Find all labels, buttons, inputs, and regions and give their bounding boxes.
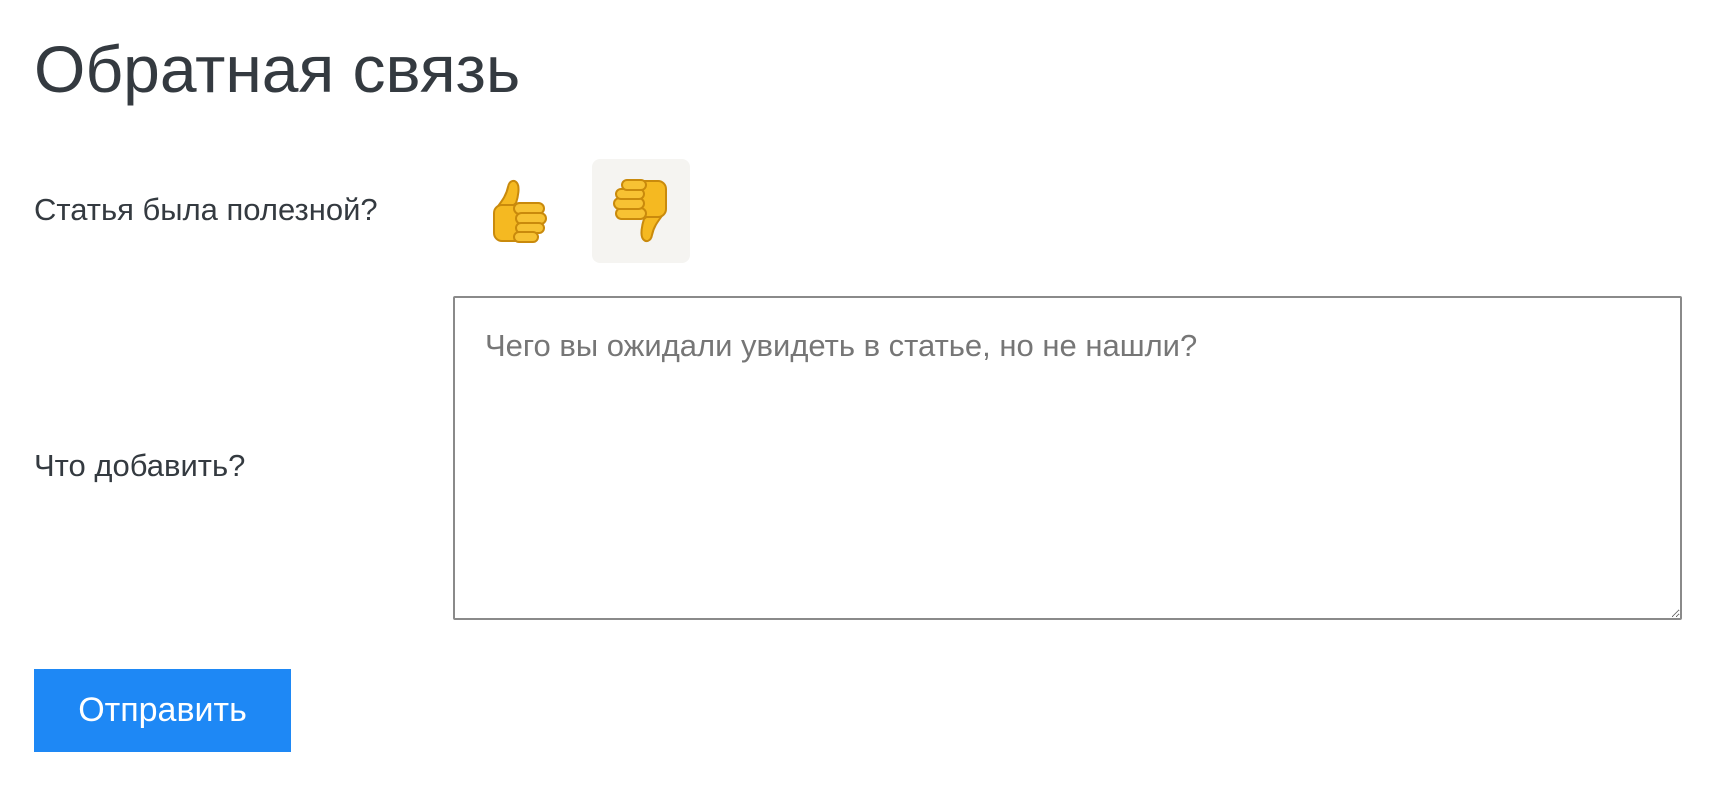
page-title: Обратная связь <box>34 32 521 106</box>
thumbs-down-button[interactable] <box>592 159 690 263</box>
helpful-question-label: Статья была полезной? <box>34 192 378 227</box>
thumbs-up-icon <box>493 179 547 243</box>
thumbs-down-icon <box>613 179 667 243</box>
comment-label: Что добавить? <box>34 448 246 483</box>
feedback-textarea[interactable] <box>453 296 1682 620</box>
submit-button[interactable]: Отправить <box>34 669 291 752</box>
thumbs-up-button[interactable] <box>470 159 568 263</box>
